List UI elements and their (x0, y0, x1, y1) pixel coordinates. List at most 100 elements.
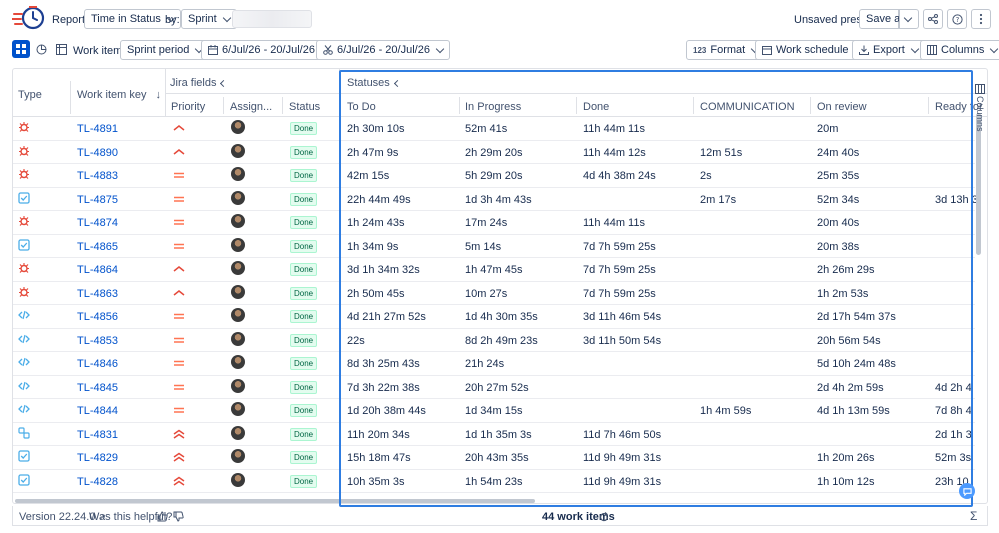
work-item-key-link[interactable]: TL-4865 (77, 241, 118, 253)
filter-date-dropdown[interactable]: 6/Jul/26 - 20/Jul/26 (316, 40, 450, 60)
table-row[interactable]: TL-4874 Done 1h 24m 43s 17m 24s 11h 44m 11s 2… (13, 211, 975, 235)
avatar[interactable] (231, 284, 245, 299)
column-divider (459, 97, 460, 114)
table-row[interactable]: TL-4864 Done 3d 1h 34m 32s 1h 47m 45s 7d 7h … (13, 258, 975, 282)
avatar[interactable] (231, 425, 245, 440)
col-type[interactable]: Type (18, 89, 42, 101)
export-dropdown[interactable]: Export (852, 40, 925, 60)
vertical-scrollbar[interactable] (976, 113, 981, 255)
table-row[interactable]: TL-4831 Done 11h 20m 34s 1d 1h 35m 3s 11d 7h… (13, 423, 975, 446)
cell-todo: 22h 44m 49s (347, 193, 411, 206)
columns-dropdown[interactable]: Columns (920, 40, 999, 60)
statuses-group-header[interactable]: Statuses (347, 77, 401, 89)
avatar[interactable] (231, 214, 245, 228)
cell-done: 7d 7h 59m 25s (583, 287, 656, 300)
table-row[interactable]: TL-4846 Done 8d 3h 25m 43s 21h 24s 5d 10h 24… (13, 352, 975, 376)
avatar[interactable] (231, 237, 245, 252)
table-row[interactable]: TL-4891 Done 2h 30m 10s 52m 41s 11h 44m 11s 2… (13, 117, 975, 141)
thumbs-up-icon[interactable] (157, 511, 168, 522)
avatar[interactable] (231, 261, 245, 275)
status-badge: Done (290, 263, 318, 276)
sprint-select-blurred[interactable] (232, 10, 312, 28)
work-item-key-link[interactable]: TL-4891 (77, 123, 118, 135)
table-row[interactable]: TL-4856 Done 4d 21h 27m 52s 1d 4h 30m 35s 3d… (13, 305, 975, 329)
avatar[interactable] (231, 378, 245, 393)
table-row[interactable]: TL-4829 Done 15h 18m 47s 20h 43m 35s 11d 9h … (13, 446, 975, 470)
cell-todo: 4d 21h 27m 52s (347, 311, 426, 323)
work-item-key-link[interactable]: TL-4846 (77, 358, 118, 370)
avatar[interactable] (231, 331, 245, 346)
col-status-todo[interactable]: To Do (347, 101, 376, 113)
pivot-view-button[interactable] (52, 40, 70, 58)
work-item-key-link[interactable]: TL-4856 (77, 311, 118, 323)
work-item-key-link[interactable]: TL-4829 (77, 452, 118, 464)
sprint-period-dropdown[interactable]: Sprint period (120, 40, 210, 60)
avatar[interactable] (231, 472, 245, 487)
collapse-icon[interactable] (220, 79, 228, 88)
grid-view-button[interactable] (12, 40, 30, 58)
date-range-dropdown[interactable]: 6/Jul/26 - 20/Jul/26 (201, 40, 335, 60)
col-status-communication[interactable]: COMMUNICATION (700, 101, 795, 113)
refresh-icon[interactable] (599, 512, 609, 522)
columns-side-tab[interactable]: Columns (975, 96, 985, 132)
columns-panel-icon[interactable] (974, 84, 986, 94)
col-priority[interactable]: Priority (171, 101, 205, 113)
avatar[interactable] (231, 402, 245, 416)
work-item-key-link[interactable]: TL-4875 (77, 194, 118, 206)
bug-icon (19, 263, 29, 273)
work-item-key-link[interactable]: TL-4874 (77, 217, 118, 229)
avatar[interactable] (231, 308, 245, 322)
work-item-key-link[interactable]: TL-4890 (77, 147, 118, 159)
table-row[interactable]: TL-4865 Done 1h 34m 9s 5m 14s 7d 7h 59m 25s 2… (13, 235, 975, 258)
col-status-done[interactable]: Done (583, 101, 609, 113)
chart-view-button[interactable] (32, 40, 50, 58)
by-dropdown[interactable]: Sprint (181, 9, 237, 29)
cell-on-review: 1h 2m 53s (817, 287, 869, 300)
table-row[interactable]: TL-4845 Done 7d 3h 22m 38s 20h 27m 52s 2d 4h… (13, 376, 975, 399)
table-row[interactable]: TL-4875 Done 22h 44m 49s 1d 3h 4m 43s 2m 17s… (13, 188, 978, 211)
table-row[interactable]: TL-4844 Done 1d 20h 38m 44s 1d 34m 15s 1h 4m… (13, 399, 975, 423)
work-item-key-link[interactable]: TL-4883 (77, 170, 118, 182)
work-item-key-link[interactable]: TL-4853 (77, 335, 118, 347)
table-row[interactable]: TL-4853 Done 22s 8d 2h 49m 23s 3d 11h 50m 54… (13, 329, 975, 352)
table-row[interactable]: TL-4883 Done 42m 15s 5h 29m 20s 4d 4h 38m 24… (13, 164, 975, 188)
table-row[interactable]: TL-4863 Done 2h 50m 45s 10m 27s 7d 7h 59m 25… (13, 282, 975, 305)
horizontal-scrollbar[interactable] (15, 499, 535, 503)
col-assignee[interactable]: Assign... (230, 101, 272, 113)
col-work-item-key[interactable]: Work item key ↓ (77, 89, 161, 101)
work-item-key-link[interactable]: TL-4845 (77, 382, 118, 394)
jira-fields-group-header[interactable]: Jira fields (170, 77, 228, 89)
column-divider (339, 69, 340, 116)
col-status[interactable]: Status (289, 101, 320, 113)
format-dropdown[interactable]: 123 Format (686, 40, 766, 60)
thumbs-down-icon[interactable] (173, 511, 184, 522)
avatar[interactable] (231, 449, 245, 463)
table-row[interactable]: TL-4828 Done 10h 35m 3s 1h 54m 23s 11d 9h 49… (13, 470, 975, 493)
work-item-key-link[interactable]: TL-4831 (77, 429, 118, 441)
feedback-chat-button[interactable] (959, 483, 975, 499)
work-item-key-link[interactable]: TL-4828 (77, 476, 118, 488)
avatar[interactable] (231, 167, 245, 181)
more-button[interactable] (971, 9, 991, 29)
col-status-in-progress[interactable]: In Progress (465, 101, 521, 113)
work-item-key-link[interactable]: TL-4844 (77, 405, 118, 417)
cell-todo: 42m 15s (347, 170, 390, 182)
sum-icon[interactable]: Σ (970, 509, 977, 523)
collapse-icon[interactable] (393, 79, 401, 88)
status-badge: Done (290, 122, 318, 135)
cell-on-review: 25m 35s (817, 170, 860, 182)
avatar[interactable] (231, 143, 245, 158)
avatar[interactable] (231, 190, 245, 205)
col-status-on-review[interactable]: On review (817, 101, 867, 113)
table-row[interactable]: TL-4890 Done 2h 47m 9s 2h 29m 20s 11h 44m 12… (13, 141, 975, 164)
save-as-button[interactable]: Save as (859, 9, 906, 29)
save-as-menu-button[interactable] (899, 9, 919, 29)
sort-arrow-down-icon[interactable]: ↓ (156, 89, 162, 101)
work-item-key-link[interactable]: TL-4864 (77, 264, 118, 276)
work-item-key-link[interactable]: TL-4863 (77, 288, 118, 300)
avatar[interactable] (231, 120, 245, 134)
share-button[interactable] (923, 9, 943, 29)
help-button[interactable]: ? (947, 9, 967, 29)
avatar[interactable] (231, 355, 245, 369)
header-divider (165, 93, 987, 94)
